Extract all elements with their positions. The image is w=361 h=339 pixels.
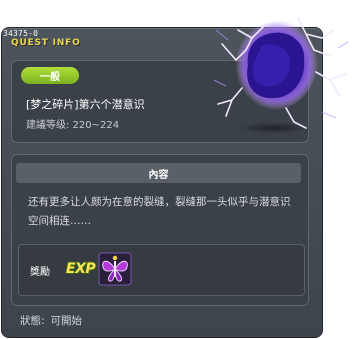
quest-id: 34375-0 [3,29,39,38]
quest-name: [梦之碎片]第六个潜意识 [26,98,145,111]
quest-description: 还有更多让人颇为在意的裂缝，裂缝那一头似乎与潜意识空间相连…… [28,196,291,227]
reward-box [18,244,305,296]
status-label: 狀態: [20,315,45,327]
exp-reward-icon[interactable]: EXP [66,261,96,277]
reward-label: 獎勵 [30,267,50,278]
quest-level: 建議等级: 220~224 [26,120,120,131]
purple-butterfly-icon[interactable] [98,252,132,286]
quest-type-tag: 一般 [21,67,79,84]
window-title: QUEST INFO [11,38,81,48]
purple-crack-orb-icon [202,0,352,140]
content-header: 內容 [16,163,301,183]
quest-status: 狀態: 可開始 [20,313,88,328]
status-value: 可開始 [50,315,83,327]
